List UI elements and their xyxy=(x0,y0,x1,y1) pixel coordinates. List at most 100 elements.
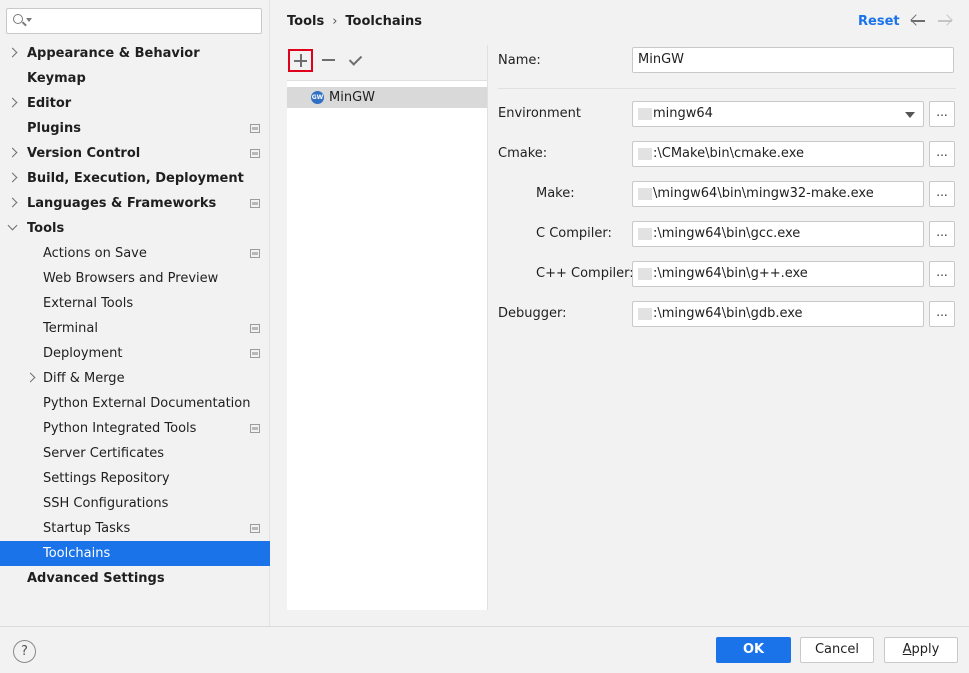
name-field[interactable]: MinGW xyxy=(632,47,954,73)
chevron-down-icon[interactable] xyxy=(26,18,32,22)
sidebar-item-settings-repository[interactable]: Settings Repository xyxy=(0,466,270,491)
cancel-button[interactable]: Cancel xyxy=(800,637,874,663)
apply-label: pply xyxy=(911,642,940,657)
sidebar-item-plugins[interactable]: Plugins xyxy=(0,116,270,141)
cmake-browse-button[interactable]: ... xyxy=(929,141,955,167)
name-value: MinGW xyxy=(638,52,684,67)
cmake-label: Cmake: xyxy=(498,146,548,161)
chevron-right-icon[interactable] xyxy=(7,147,18,158)
chevron-down-icon[interactable] xyxy=(7,220,18,231)
chevron-right-icon[interactable] xyxy=(7,97,18,108)
minus-icon[interactable] xyxy=(322,59,335,61)
debugger-field[interactable]: :\mingw64\bin\gdb.exe xyxy=(632,301,924,327)
chevron-right-icon[interactable] xyxy=(7,172,18,183)
redacted-text xyxy=(638,107,652,120)
apply-button[interactable]: Apply xyxy=(884,637,958,663)
chevron-right-icon[interactable] xyxy=(7,197,18,208)
make-label: Make: xyxy=(536,186,575,201)
sidebar-item-label: Advanced Settings xyxy=(27,571,165,586)
chevron-right-icon[interactable] xyxy=(25,372,36,383)
c-compiler-browse-button[interactable]: ... xyxy=(929,221,955,247)
add-toolchain-button[interactable] xyxy=(288,49,313,72)
settings-tree: Appearance & Behavior Keymap Editor Plugins… xyxy=(0,41,270,591)
project-scope-icon xyxy=(250,424,260,433)
search-box[interactable] xyxy=(6,8,262,34)
sidebar-item-tools[interactable]: Tools xyxy=(0,216,270,241)
c-compiler-label: C Compiler: xyxy=(536,226,612,241)
sidebar-item-diff-merge[interactable]: Diff & Merge xyxy=(0,366,270,391)
sidebar-item-ssh-configurations[interactable]: SSH Configurations xyxy=(0,491,270,516)
environment-browse-button[interactable]: ... xyxy=(929,101,955,127)
sidebar-item-label: SSH Configurations xyxy=(43,496,169,511)
breadcrumb-item-tools[interactable]: Tools xyxy=(287,14,324,29)
search-input[interactable] xyxy=(35,11,255,31)
c-compiler-value: :\mingw64\bin\gcc.exe xyxy=(653,226,801,241)
sidebar-item-startup-tasks[interactable]: Startup Tasks xyxy=(0,516,270,541)
sidebar-item-label: Editor xyxy=(27,96,72,111)
sidebar-item-label: Python External Documentation xyxy=(43,396,251,411)
sidebar-item-label: Settings Repository xyxy=(43,471,170,486)
c-compiler-field[interactable]: :\mingw64\bin\gcc.exe xyxy=(632,221,924,247)
arrow-left-icon[interactable] xyxy=(909,12,927,30)
help-icon[interactable]: ? xyxy=(13,640,36,663)
toolchain-list-item[interactable]: GW MinGW xyxy=(287,87,487,108)
make-browse-button[interactable]: ... xyxy=(929,181,955,207)
redacted-text xyxy=(638,227,652,240)
make-value: \mingw64\bin\mingw32-make.exe xyxy=(653,186,874,201)
sidebar-item-label: Languages & Frameworks xyxy=(27,196,217,211)
sidebar-item-python-external-documentation[interactable]: Python External Documentation xyxy=(0,391,270,416)
sidebar-item-keymap[interactable]: Keymap xyxy=(0,66,270,91)
environment-value: mingw64 xyxy=(653,106,713,121)
toolchain-name: MinGW xyxy=(329,90,375,105)
redacted-text xyxy=(638,187,652,200)
sidebar-item-web-browsers-and-preview[interactable]: Web Browsers and Preview xyxy=(0,266,270,291)
cpp-compiler-value: :\mingw64\bin\g++.exe xyxy=(653,266,808,281)
debugger-value: :\mingw64\bin\gdb.exe xyxy=(653,306,803,321)
sidebar-item-python-integrated-tools[interactable]: Python Integrated Tools xyxy=(0,416,270,441)
sidebar-item-editor[interactable]: Editor xyxy=(0,91,270,116)
sidebar-item-label: Actions on Save xyxy=(43,246,147,261)
toolchain-list-toolbar xyxy=(287,45,487,81)
project-scope-icon xyxy=(250,324,260,333)
breadcrumb-item-toolchains: Toolchains xyxy=(345,14,423,29)
environment-select[interactable]: mingw64 xyxy=(632,101,924,127)
dialog-footer: ? OK Cancel Apply xyxy=(0,626,969,673)
sidebar-item-languages-frameworks[interactable]: Languages & Frameworks xyxy=(0,191,270,216)
project-scope-icon xyxy=(250,249,260,258)
cpp-compiler-field[interactable]: :\mingw64\bin\g++.exe xyxy=(632,261,924,287)
chevron-right-icon[interactable] xyxy=(7,47,18,58)
sidebar-item-label: Build, Execution, Deployment xyxy=(27,171,244,186)
sidebar-item-appearance-behavior[interactable]: Appearance & Behavior xyxy=(0,41,270,66)
make-field[interactable]: \mingw64\bin\mingw32-make.exe xyxy=(632,181,924,207)
sidebar-item-actions-on-save[interactable]: Actions on Save xyxy=(0,241,270,266)
cpp-compiler-label: C++ Compiler: xyxy=(536,266,634,281)
search-icon xyxy=(13,14,23,24)
debugger-label: Debugger: xyxy=(498,306,567,321)
sidebar-item-label: Web Browsers and Preview xyxy=(43,271,219,286)
sidebar-item-label: Version Control xyxy=(27,146,141,161)
sidebar-item-deployment[interactable]: Deployment xyxy=(0,341,270,366)
checkmark-icon[interactable] xyxy=(348,52,363,66)
sidebar-item-label: External Tools xyxy=(43,296,134,311)
sidebar-item-toolchains[interactable]: Toolchains xyxy=(0,541,270,566)
project-scope-icon xyxy=(250,199,260,208)
cpp-compiler-browse-button[interactable]: ... xyxy=(929,261,955,287)
dropdown-arrow-icon xyxy=(905,112,915,118)
settings-sidebar: Appearance & Behavior Keymap Editor Plugins… xyxy=(0,0,270,626)
sidebar-item-label: Tools xyxy=(27,221,65,236)
sidebar-item-server-certificates[interactable]: Server Certificates xyxy=(0,441,270,466)
sidebar-item-external-tools[interactable]: External Tools xyxy=(0,291,270,316)
debugger-browse-button[interactable]: ... xyxy=(929,301,955,327)
sidebar-item-build-execution-deployment[interactable]: Build, Execution, Deployment xyxy=(0,166,270,191)
redacted-text xyxy=(638,147,652,160)
sidebar-item-advanced-settings[interactable]: Advanced Settings xyxy=(0,566,270,591)
sidebar-item-terminal[interactable]: Terminal xyxy=(0,316,270,341)
project-scope-icon xyxy=(250,349,260,358)
arrow-right-icon[interactable] xyxy=(936,12,954,30)
sidebar-item-label: Appearance & Behavior xyxy=(27,46,200,61)
sidebar-item-label: Toolchains xyxy=(43,546,111,561)
cmake-field[interactable]: :\CMake\bin\cmake.exe xyxy=(632,141,924,167)
ok-button[interactable]: OK xyxy=(716,637,791,663)
sidebar-item-version-control[interactable]: Version Control xyxy=(0,141,270,166)
reset-button[interactable]: Reset xyxy=(858,12,900,32)
